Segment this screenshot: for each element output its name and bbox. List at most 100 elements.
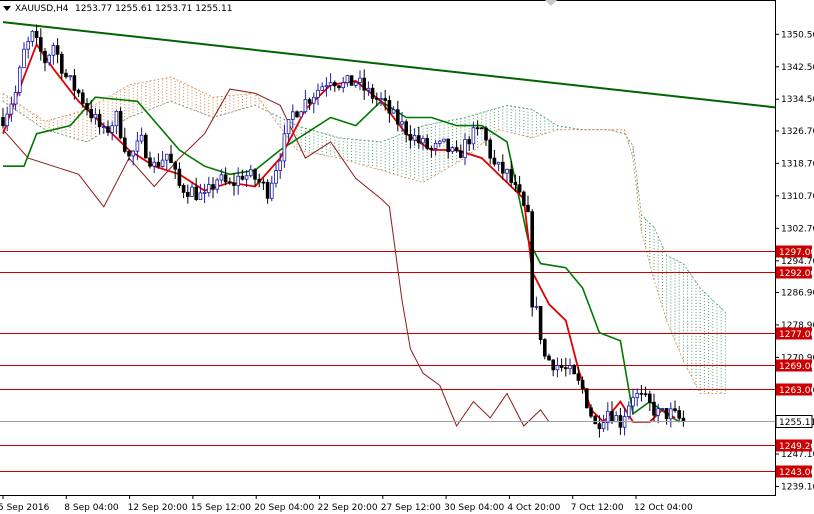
candle-body: [282, 133, 287, 162]
x-tick-label: 12 Sep 20:00: [128, 503, 188, 513]
candle-body: [227, 181, 232, 184]
x-tick-label: 8 Sep 04:00: [64, 503, 119, 513]
candle-body: [274, 170, 278, 184]
candle-body: [517, 184, 522, 193]
candle-body: [26, 41, 30, 50]
candle-body: [5, 113, 10, 127]
candle-body: [240, 175, 245, 180]
candle-body: [324, 84, 329, 88]
candle-body: [181, 185, 186, 193]
candle-body: [429, 147, 434, 150]
candle-body: [156, 161, 161, 167]
candle-body: [248, 169, 253, 177]
candle-body: [564, 367, 568, 370]
candle-body: [526, 204, 530, 213]
candle-body: [408, 134, 413, 141]
y-tick-label: 1239.10: [781, 482, 814, 492]
candle-body: [85, 103, 89, 110]
candle-body: [93, 113, 98, 119]
candle-body: [606, 410, 610, 423]
level-label: 1263.00: [779, 386, 814, 396]
x-tick-label: 27 Sep 12:00: [381, 503, 441, 513]
x-tick-label: 4 Oct 20:00: [507, 503, 560, 513]
candle-body: [366, 87, 371, 91]
candle-body: [198, 192, 203, 201]
candle-body: [656, 408, 660, 416]
x-tick-label: 20 Sep 04:00: [254, 503, 314, 513]
candle-body: [135, 140, 140, 152]
candle-body: [295, 111, 299, 118]
level-label: 1249.20: [779, 442, 814, 452]
candle-body: [597, 423, 602, 430]
candle-body: [47, 54, 51, 64]
y-tick-label: 1302.70: [781, 224, 814, 234]
candle-body: [89, 109, 94, 119]
candle-body: [648, 393, 652, 403]
candle-body: [244, 175, 249, 180]
candle-body: [160, 159, 165, 167]
candle-body: [627, 405, 631, 417]
candle-body: [261, 181, 266, 184]
candle-body: [404, 121, 408, 135]
candle-body: [500, 161, 505, 174]
price-chart[interactable]: 1350.50 1342.50 1334.50 1326.70 1318.70 1310.…: [0, 0, 814, 514]
y-tick-label: 1294.70: [781, 257, 814, 267]
candle-body: [450, 147, 455, 153]
candle-body: [454, 147, 459, 152]
candle-body: [173, 162, 178, 170]
candle-body: [43, 50, 47, 64]
candle-body: [194, 186, 199, 201]
candle-body: [362, 77, 366, 91]
candle-body: [492, 157, 497, 165]
candle-body: [593, 415, 597, 425]
candle-body: [215, 179, 220, 190]
y-tick-label: 1334.50: [781, 95, 814, 105]
candle-body: [496, 161, 501, 165]
candle-body: [421, 138, 425, 144]
candle-body: [345, 75, 350, 84]
candle-body: [102, 126, 106, 129]
candle-body: [547, 355, 551, 361]
candle-body: [458, 150, 463, 158]
candle-body: [320, 86, 324, 91]
candle-body: [223, 174, 228, 183]
candle-body: [190, 186, 194, 197]
candle-body: [39, 37, 43, 52]
candle-body: [269, 182, 274, 199]
candle-body: [236, 175, 241, 186]
candle-body: [219, 174, 224, 181]
candle-body: [257, 178, 261, 183]
candle-body: [253, 169, 257, 180]
candle-body: [81, 92, 85, 104]
candle-body: [97, 113, 102, 128]
candle-body: [337, 85, 341, 89]
candle-body: [416, 135, 421, 144]
candle-body: [446, 138, 450, 153]
candle-body: [290, 111, 295, 120]
candle-body: [585, 388, 589, 409]
candle-body: [652, 401, 656, 416]
candle-body: [522, 191, 526, 206]
candle-body: [610, 410, 614, 423]
candle-body: [530, 211, 534, 308]
ohlc-values: 1253.77 1255.61 1253.71 1255.11: [75, 4, 232, 14]
candle-body: [106, 126, 110, 133]
candle-body: [673, 408, 677, 411]
candle-body: [538, 305, 543, 340]
candle-body: [395, 109, 400, 125]
candle-body: [601, 422, 606, 430]
candle-body: [580, 379, 585, 390]
candle-body: [316, 89, 320, 98]
candle-body: [299, 111, 303, 118]
candle-body: [177, 168, 182, 186]
candle-body: [391, 109, 396, 114]
candle-body: [13, 92, 18, 105]
candle-body: [543, 339, 547, 357]
candle-body: [639, 392, 644, 395]
candle-body: [370, 87, 375, 99]
candle-body: [635, 392, 639, 398]
y-tick-label: 1350.50: [781, 30, 814, 40]
candle-body: [349, 75, 354, 86]
candle-body: [143, 134, 148, 159]
candle-body: [152, 161, 157, 167]
